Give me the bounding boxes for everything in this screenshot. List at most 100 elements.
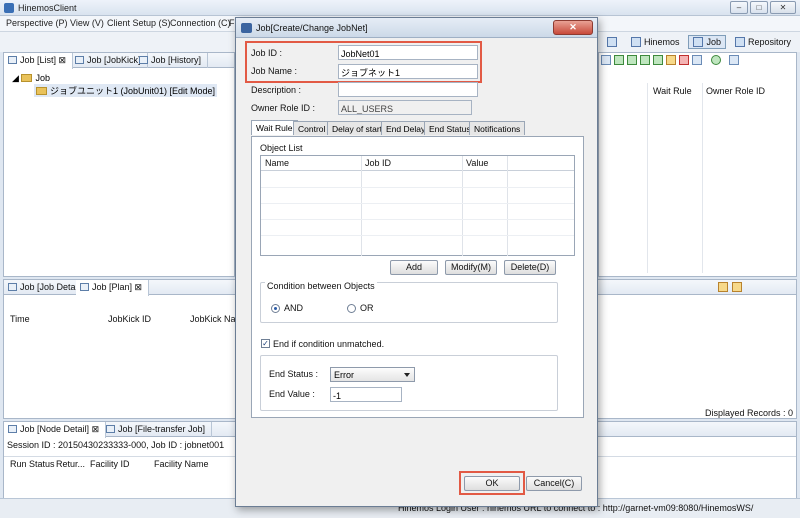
condition-and-label: AND	[284, 303, 304, 313]
refresh-icon[interactable]	[718, 282, 728, 292]
job-plan-tab-icon	[80, 283, 89, 291]
close-tab-icon[interactable]: ⊠	[92, 424, 100, 434]
close-tab-icon[interactable]: ⊠	[135, 282, 143, 292]
col-owner-role: Owner Role ID	[706, 86, 766, 96]
perspective-switcher: Hinemos Job Repository	[602, 33, 796, 51]
col-divider	[507, 156, 508, 256]
toolbar-add-icon[interactable]	[614, 55, 624, 65]
perspective-hinemos[interactable]: Hinemos	[626, 35, 685, 49]
tab-end-delay[interactable]: End Delay	[381, 121, 431, 135]
wait-rule-tab-body: Object List Name Job ID Value Add Modify…	[251, 136, 584, 418]
job-name-input[interactable]	[338, 64, 478, 79]
repository-perspective-icon	[734, 37, 745, 47]
dialog-title: Job[Create/Change JobNet]	[256, 23, 368, 33]
cancel-button[interactable]: Cancel(C)	[526, 476, 582, 491]
toolbar-add-icon-2[interactable]	[627, 55, 637, 65]
perspective-repository[interactable]: Repository	[730, 35, 796, 49]
end-if-unmatched-checkbox[interactable]: ✓	[261, 339, 270, 348]
tab-node-detail[interactable]: Job [Node Detail] ⊠	[4, 422, 107, 438]
dialog-close-button[interactable]: ✕	[553, 20, 593, 35]
displayed-records: Displayed Records : 0	[704, 408, 793, 418]
menu-client-setup[interactable]: Client Setup (S)	[107, 18, 171, 28]
delete-button[interactable]: Delete(D)	[504, 260, 556, 275]
job-detail-tab-icon	[8, 283, 17, 291]
col-wait-rule: Wait Rule	[653, 86, 692, 96]
end-settings-group: End Status : Error End Value :	[260, 355, 558, 411]
node-detail-tab-icon	[8, 425, 17, 433]
tab-job-history[interactable]: Job [History]	[135, 53, 209, 68]
job-id-label: Job ID :	[251, 48, 283, 58]
job-list-tabrow: Job [List] ⊠ Job [JobKick] Job [History]	[4, 53, 234, 69]
col-divider	[361, 156, 362, 256]
row-line	[261, 219, 574, 220]
edit-pencil-icon[interactable]	[666, 55, 676, 65]
description-input[interactable]	[338, 82, 478, 97]
toolbar-add-icon-4[interactable]	[653, 55, 663, 65]
perspective-job[interactable]: Job	[688, 35, 726, 49]
condition-or-radio[interactable]	[347, 304, 356, 313]
job-history-tab-icon	[139, 56, 148, 64]
filter-icon[interactable]	[732, 282, 742, 292]
tab-wait-rule[interactable]: Wait Rule	[251, 120, 298, 135]
perspective-hinemos-label: Hinemos	[643, 37, 680, 47]
end-value-input[interactable]	[330, 387, 402, 402]
tab-end-status[interactable]: End Status	[424, 121, 476, 135]
jobunit-icon	[36, 87, 47, 95]
tree-root-label: Job	[35, 73, 50, 83]
menu-perspective[interactable]: Perspective (P)	[6, 18, 68, 28]
open-perspective-button[interactable]	[602, 35, 622, 49]
toolbar-icon-a[interactable]	[601, 55, 611, 65]
hinemos-app-icon	[4, 3, 14, 13]
close-tab-icon[interactable]: ⊠	[59, 55, 67, 65]
add-button[interactable]: Add	[390, 260, 438, 275]
delete-icon[interactable]	[679, 55, 689, 65]
create-jobnet-dialog: Job[Create/Change JobNet] ✕ Job ID : Job…	[235, 17, 598, 507]
ok-button[interactable]: OK	[464, 476, 520, 491]
job-tree-item-unit[interactable]: ジョブユニット1 (JobUnit01) [Edit Mode]	[34, 84, 218, 97]
job-perspective-icon	[693, 37, 704, 47]
tab-notifications[interactable]: Notifications	[469, 121, 526, 135]
toolbar-icon-c[interactable]	[729, 55, 739, 65]
job-list-panel: Job [List] ⊠ Job [JobKick] Job [History]…	[3, 52, 235, 277]
owner-role-input[interactable]	[338, 100, 472, 115]
col-name: Name	[265, 158, 290, 168]
tab-job-history-label: Job [History]	[151, 55, 202, 65]
col-return: Retur...	[56, 459, 86, 469]
condition-group-label: Condition between Objects	[265, 281, 377, 291]
session-info: Session ID : 20150430233333-000, Job ID …	[7, 440, 225, 450]
job-tree-root[interactable]: ◢ Job	[12, 73, 50, 84]
tab-control[interactable]: Control	[293, 121, 331, 135]
run-icon[interactable]	[711, 55, 721, 65]
object-list-label: Object List	[260, 143, 303, 153]
menu-connection[interactable]: Connection (C)	[170, 18, 231, 28]
close-window-button[interactable]: ✕	[770, 1, 796, 14]
col-time: Time	[10, 314, 30, 324]
tab-job-plan-label: Job [Plan]	[92, 282, 133, 292]
row-line	[261, 187, 574, 188]
object-list-table[interactable]: Name Job ID Value	[260, 155, 575, 256]
end-status-label: End Status :	[269, 369, 319, 379]
tab-file-transfer[interactable]: Job [File-transfer Job]	[102, 422, 213, 437]
end-status-select[interactable]: Error	[330, 367, 415, 382]
description-label: Description :	[251, 85, 302, 95]
tab-job-list[interactable]: Job [List] ⊠	[4, 53, 74, 69]
tab-job-kick-label: Job [JobKick]	[87, 55, 141, 65]
maximize-button[interactable]: □	[750, 1, 768, 14]
tab-delay-of-start[interactable]: Delay of start	[327, 121, 388, 135]
toolbar-add-icon-3[interactable]	[640, 55, 650, 65]
modify-button[interactable]: Modify(M)	[445, 260, 497, 275]
toolbar-icon-b[interactable]	[692, 55, 702, 65]
menu-view[interactable]: View (V)	[70, 18, 104, 28]
tree-collapse-icon[interactable]: ◢	[12, 73, 19, 83]
minimize-button[interactable]: –	[730, 1, 748, 14]
job-id-input[interactable]	[338, 45, 478, 60]
divider	[647, 83, 648, 273]
menu-more[interactable]: F	[229, 18, 235, 28]
dialog-app-icon	[241, 23, 252, 33]
hinemos-perspective-icon	[630, 37, 641, 47]
col-facility-id: Facility ID	[90, 459, 130, 469]
condition-and-radio[interactable]	[271, 304, 280, 313]
tab-job-plan[interactable]: Job [Plan] ⊠	[76, 280, 150, 296]
col-jobkick-id: JobKick ID	[108, 314, 152, 324]
job-list-tab-icon	[8, 56, 17, 64]
